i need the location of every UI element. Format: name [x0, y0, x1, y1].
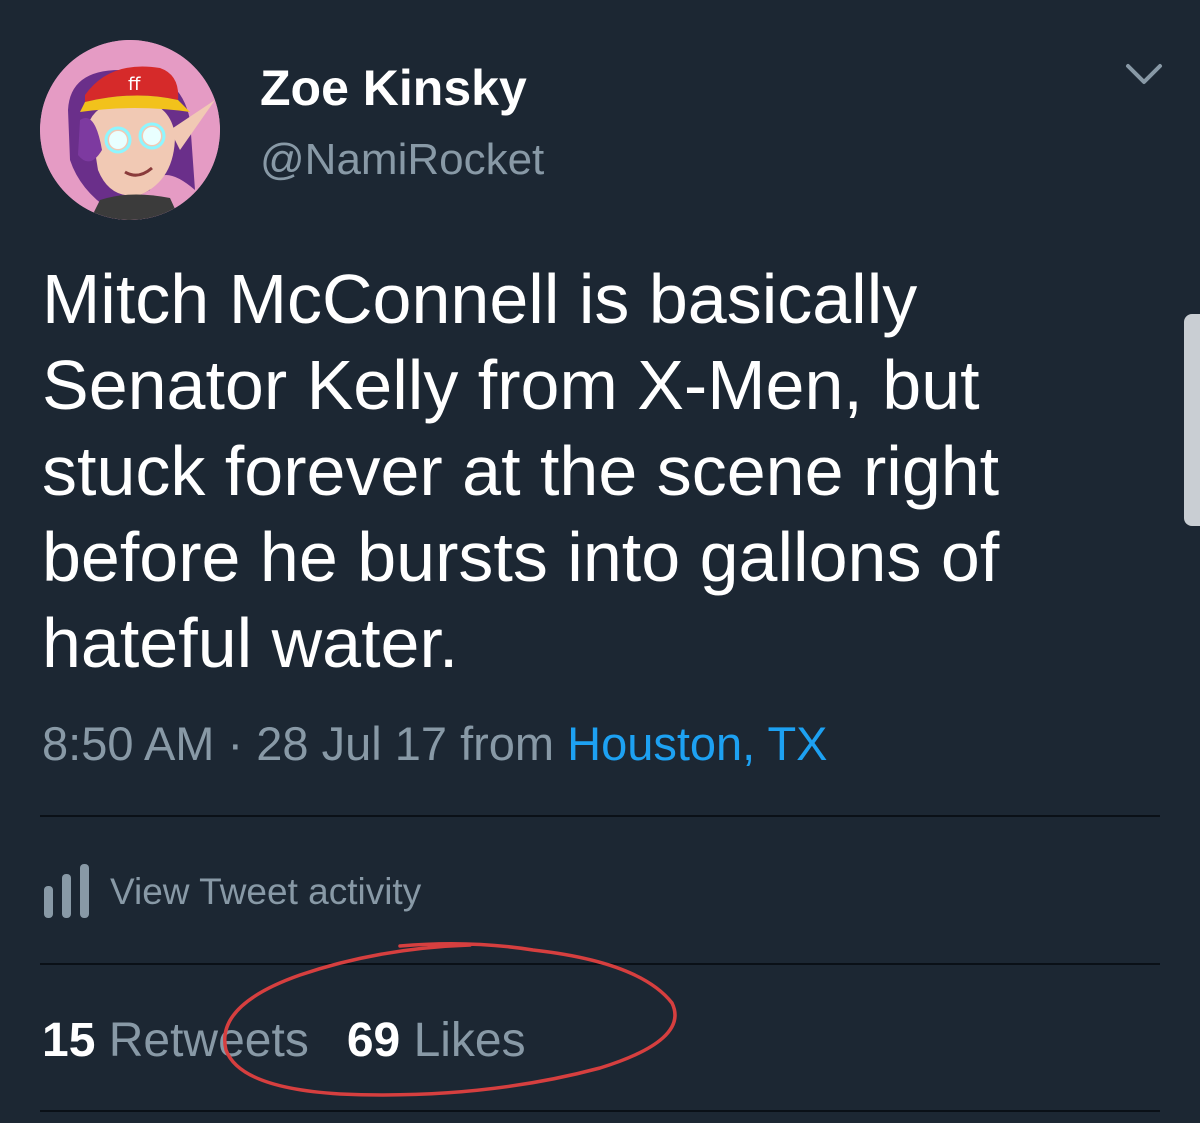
divider-middle: [40, 963, 1160, 965]
tweet-date: 28 Jul 17: [256, 717, 447, 770]
chevron-down-icon[interactable]: [1124, 60, 1164, 90]
view-tweet-activity-button[interactable]: View Tweet activity: [42, 862, 421, 922]
retweets-stat[interactable]: 15 Retweets: [42, 1014, 309, 1067]
retweets-count: 15: [42, 1014, 96, 1067]
user-handle[interactable]: @NamiRocket: [260, 134, 544, 186]
tweet-meta: 8:50 AM · 28 Jul 17 from Houston, TX: [42, 716, 828, 772]
tweet-text: Mitch McConnell is basically Senator Kel…: [42, 260, 1000, 682]
scrollbar-thumb[interactable]: [1184, 314, 1200, 526]
avatar-illustration: ff: [40, 40, 220, 220]
tweet-stats: 15 Retweets 69 Likes: [42, 1012, 526, 1070]
avatar[interactable]: ff: [40, 40, 220, 220]
likes-stat[interactable]: 69 Likes: [347, 1014, 526, 1067]
tweet-time: 8:50 AM: [42, 717, 215, 770]
divider-top: [40, 815, 1160, 817]
svg-text:ff: ff: [128, 74, 141, 95]
meta-separator: ·: [227, 717, 244, 770]
likes-label: Likes: [413, 1014, 526, 1067]
view-tweet-activity-label: View Tweet activity: [110, 871, 422, 912]
retweets-label: Retweets: [108, 1014, 309, 1067]
likes-count: 69: [346, 1014, 401, 1067]
location-link[interactable]: Houston, TX: [567, 717, 827, 770]
from-label: from: [460, 717, 555, 770]
display-name[interactable]: Zoe Kinsky: [260, 58, 527, 118]
divider-bottom: [40, 1110, 1160, 1112]
bar-chart-icon: [44, 864, 89, 918]
